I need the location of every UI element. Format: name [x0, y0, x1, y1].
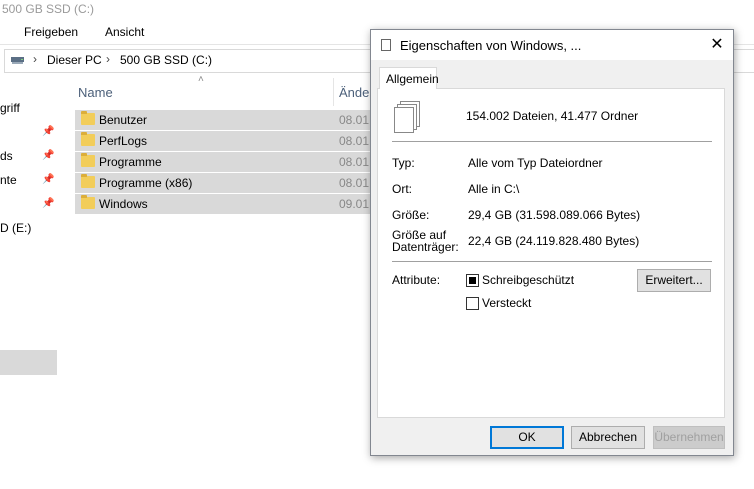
- tab-general-label: Allgemein: [386, 72, 439, 86]
- file-name: Programme: [99, 155, 162, 169]
- ribbon-tab-share[interactable]: Freigeben: [24, 25, 78, 39]
- folder-icon: [81, 132, 95, 146]
- nav-item-quick-access[interactable]: griff: [0, 101, 20, 115]
- file-date: 08.01.: [339, 155, 373, 169]
- file-name: Programme (x86): [99, 176, 193, 190]
- disk-size-label-line2: Datenträger:: [392, 240, 459, 254]
- navigation-pane: [0, 78, 60, 489]
- divider: [392, 141, 712, 142]
- divider: [392, 261, 712, 262]
- file-name: Benutzer: [99, 113, 148, 127]
- ribbon-tab-view[interactable]: Ansicht: [105, 25, 144, 39]
- nav-item-selected[interactable]: [0, 350, 57, 375]
- tab-general[interactable]: Allgemein: [379, 67, 439, 89]
- breadcrumb-drive[interactable]: 500 GB SSD (C:): [120, 53, 212, 67]
- column-header-name[interactable]: Name: [78, 85, 113, 100]
- sort-ascending-icon: ˄: [198, 74, 204, 85]
- explorer-title-bar: 500 GB SSD (C:): [0, 0, 754, 20]
- general-tab-panel: 154.002 Dateien, 41.477 Ordner Typ: Alle…: [377, 88, 725, 418]
- dialog-title: Eigenschaften von Windows, ...: [400, 38, 582, 53]
- readonly-checkbox[interactable]: [466, 274, 479, 287]
- nav-item-documents[interactable]: nte: [0, 173, 17, 187]
- size-label: Größe:: [392, 208, 430, 222]
- column-header-date[interactable]: Änder: [339, 85, 374, 100]
- folder-icon: [81, 195, 95, 209]
- dialog-title-bar[interactable]: Eigenschaften von Windows, ... ✕: [371, 30, 733, 60]
- nav-item-downloads[interactable]: ds: [0, 149, 13, 163]
- chevron-right-icon: ›: [33, 52, 37, 66]
- file-name: PerfLogs: [99, 134, 148, 148]
- chevron-right-icon: ›: [106, 52, 110, 66]
- folder-icon: [81, 111, 95, 125]
- pin-icon: 📌: [42, 174, 55, 185]
- hidden-label[interactable]: Versteckt: [482, 296, 531, 310]
- readonly-label[interactable]: Schreibgeschützt: [482, 273, 574, 287]
- properties-dialog: Eigenschaften von Windows, ... ✕ Allgeme…: [370, 29, 734, 456]
- file-date: 09.01.: [339, 197, 373, 211]
- size-value: 29,4 GB (31.598.089.066 Bytes): [468, 208, 641, 222]
- folder-icon: [81, 153, 95, 167]
- folder-icon: [81, 174, 95, 188]
- location-label: Ort:: [392, 182, 412, 196]
- ok-button[interactable]: OK: [490, 426, 564, 449]
- file-row[interactable]: Benutzer 08.01.: [75, 110, 375, 131]
- file-row[interactable]: Windows 09.01.: [75, 194, 375, 215]
- advanced-button[interactable]: Erweitert...: [637, 269, 711, 292]
- file-folder-count: 154.002 Dateien, 41.477 Ordner: [466, 109, 639, 123]
- file-date: 08.01.: [339, 176, 373, 190]
- file-row[interactable]: Programme (x86) 08.01.: [75, 173, 375, 194]
- column-divider[interactable]: [333, 78, 334, 106]
- pin-icon: 📌: [42, 150, 55, 161]
- breadcrumb-this-pc[interactable]: Dieser PC: [47, 53, 102, 67]
- file-row[interactable]: PerfLogs 08.01.: [75, 131, 375, 152]
- apply-button[interactable]: Übernehmen: [653, 426, 725, 449]
- disk-size-value: 22,4 GB (24.119.828.480 Bytes): [468, 234, 640, 248]
- window-title: 500 GB SSD (C:): [2, 2, 95, 16]
- type-value: Alle vom Typ Dateiordner: [468, 156, 603, 170]
- multiple-files-icon: [381, 37, 394, 51]
- file-row[interactable]: Programme 08.01.: [75, 152, 375, 173]
- attributes-label: Attribute:: [392, 273, 441, 287]
- file-date: 08.01.: [339, 134, 373, 148]
- close-icon[interactable]: ✕: [707, 35, 727, 55]
- nav-item-drive-e[interactable]: D (E:): [0, 221, 31, 235]
- file-name: Windows: [99, 197, 148, 211]
- drive-icon: [10, 53, 24, 64]
- cancel-button[interactable]: Abbrechen: [571, 426, 645, 449]
- type-label: Typ:: [392, 156, 415, 170]
- pin-icon: 📌: [42, 126, 55, 137]
- location-value: Alle in C:\: [468, 182, 520, 196]
- hidden-checkbox[interactable]: [466, 297, 479, 310]
- pin-icon: 📌: [42, 198, 55, 209]
- multiple-files-icon: [394, 101, 420, 133]
- file-date: 08.01.: [339, 113, 373, 127]
